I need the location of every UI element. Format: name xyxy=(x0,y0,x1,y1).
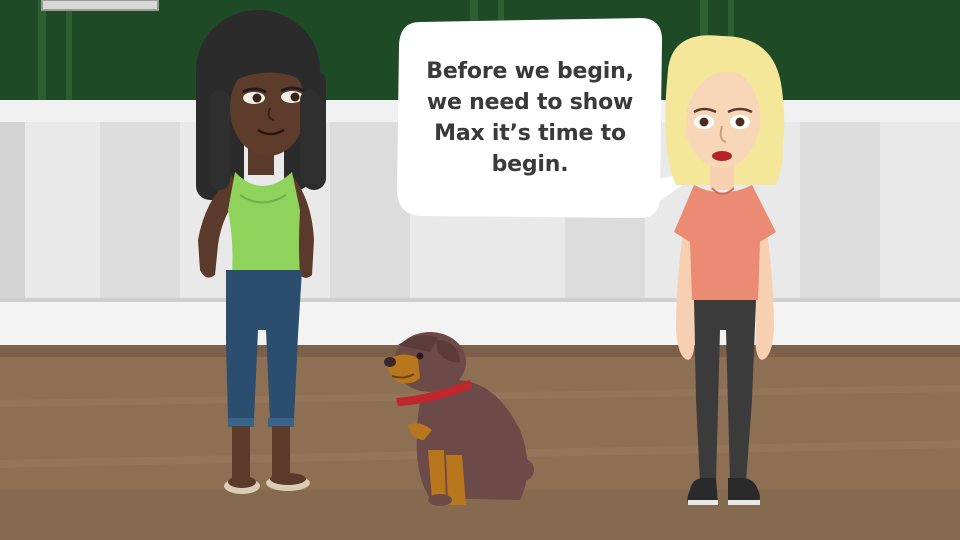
animated-scene: Before we begin, we need to show Max it’… xyxy=(0,0,960,540)
speech-line-1: Before we begin, xyxy=(426,59,634,84)
speech-line-2: we need to show xyxy=(426,90,634,115)
speech-line-3: Max it’s time to xyxy=(434,121,626,146)
speech-bubble-text: Before we begin, we need to show Max it’… xyxy=(405,56,655,180)
speech-line-4: begin. xyxy=(491,152,569,177)
